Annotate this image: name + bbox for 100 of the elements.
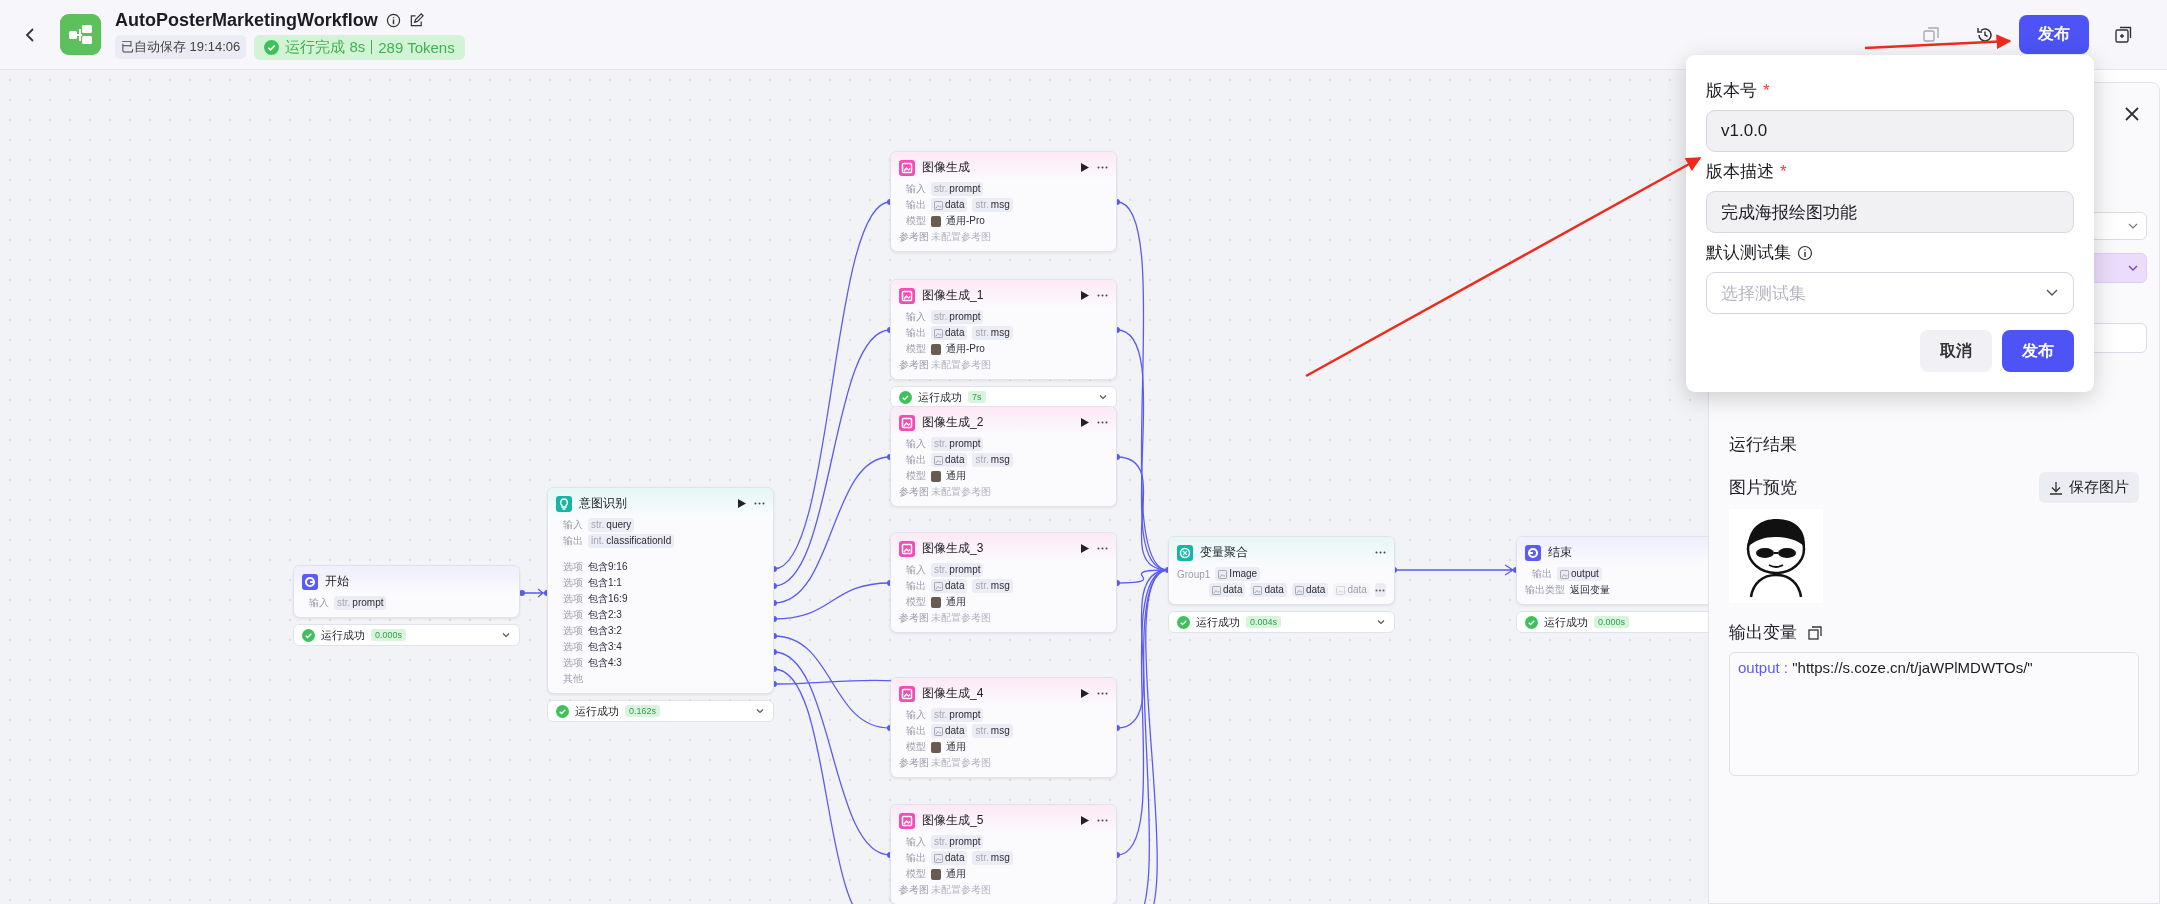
node-type-icon bbox=[556, 495, 572, 512]
copy-icon[interactable] bbox=[1807, 624, 1823, 641]
node-type-icon bbox=[899, 159, 915, 176]
run-status-bar[interactable]: 运行成功 0.162s bbox=[547, 700, 774, 722]
more-icon bbox=[1375, 588, 1386, 592]
run-icon[interactable] bbox=[736, 498, 747, 509]
row-value: 未配置参考图 bbox=[931, 611, 991, 625]
workflow-node[interactable]: 图像生成_2 输入 str. prompt 输出 data str. msg 模型 通用 参考图 未配置参考图 bbox=[890, 406, 1117, 507]
variable-tag: data bbox=[931, 326, 968, 340]
node-type-icon bbox=[302, 573, 318, 590]
image-type-icon bbox=[934, 200, 943, 210]
chevron-down-icon[interactable] bbox=[2128, 264, 2138, 272]
duration-badge: 0.162s bbox=[625, 705, 661, 717]
variable-tag: str. prompt bbox=[931, 563, 984, 577]
row-label: 模型 bbox=[905, 740, 926, 754]
workflow-node[interactable]: 开始 输入 str. prompt bbox=[293, 565, 520, 618]
section-title: 图片预览 bbox=[1729, 477, 1797, 499]
token-count: 289 Tokens bbox=[378, 38, 455, 56]
workflow-node[interactable]: 结束 输出 output 输出类型 返回变量 bbox=[1516, 536, 1708, 605]
variable-tag: str. prompt bbox=[931, 310, 984, 324]
field-label: 版本描述 bbox=[1706, 161, 1774, 183]
chevron-down-icon[interactable] bbox=[755, 706, 765, 716]
row-label: 输入 bbox=[905, 437, 926, 451]
image-type-icon bbox=[1560, 569, 1569, 579]
run-icon[interactable] bbox=[1079, 815, 1090, 826]
row-label: 参考图 bbox=[899, 883, 926, 897]
workflow-logo-icon bbox=[60, 14, 101, 55]
chevron-down-icon[interactable] bbox=[1376, 617, 1386, 627]
node-title: 图像生成 bbox=[922, 159, 971, 176]
field-label: 默认测试集 bbox=[1706, 242, 1791, 264]
row-label: 参考图 bbox=[899, 358, 926, 372]
variable-tag: str. msg bbox=[972, 579, 1013, 593]
workflow-node[interactable]: 图像生成_3 输入 str. prompt 输出 data str. msg 模型 通用 参考图 未配置参考图 bbox=[890, 532, 1117, 633]
copy-icon[interactable] bbox=[1921, 24, 1941, 45]
row-label: 输入 bbox=[905, 182, 926, 196]
publish-button[interactable]: 发布 bbox=[2002, 330, 2074, 372]
variable-tag: data bbox=[1209, 583, 1246, 597]
row-label: 输出 bbox=[562, 534, 583, 548]
workflow-node[interactable]: 图像生成_5 输入 str. prompt 输出 data str. msg 模型 通用 参考图 未配置参考图 bbox=[890, 804, 1117, 904]
success-check-icon bbox=[1177, 615, 1190, 629]
run-status-bar[interactable]: 运行成功 0.000s bbox=[1516, 611, 1708, 633]
workflow-title: AutoPosterMarketingWorkflow bbox=[115, 9, 378, 31]
row-label: 选项 bbox=[562, 656, 583, 670]
node-title: 意图识别 bbox=[579, 495, 628, 512]
variable-tag: data bbox=[931, 198, 968, 212]
info-icon[interactable] bbox=[385, 12, 401, 28]
row-value: 包含1:1 bbox=[588, 576, 622, 590]
run-status-bar[interactable]: 运行成功 7s bbox=[890, 386, 1117, 408]
model-thumbnail bbox=[931, 741, 941, 753]
run-status-bar[interactable]: 运行成功 0.004s bbox=[1168, 611, 1395, 633]
success-check-icon bbox=[1525, 615, 1538, 629]
close-icon[interactable] bbox=[2123, 105, 2141, 123]
workflow-node[interactable]: 意图识别 输入 str. query 输出 int. classificationId 选项 包含9:16 选项 包含1:1 选项 包含16:9 选项 包含2:3 选项 包含3:2 选项 包含3:4 选项 包含4:3 其他 bbox=[547, 487, 774, 694]
input-field[interactable]: 完成海报绘图功能 bbox=[1706, 191, 2074, 233]
chevron-down-icon[interactable] bbox=[1098, 392, 1108, 402]
info-icon[interactable] bbox=[1797, 244, 1813, 261]
publish-button[interactable]: 发布 bbox=[2019, 15, 2089, 54]
model-name: 通用 bbox=[946, 740, 966, 754]
run-icon[interactable] bbox=[1079, 162, 1090, 173]
row-value: 未配置参考图 bbox=[931, 230, 991, 244]
image-type-icon bbox=[1336, 585, 1346, 595]
run-icon[interactable] bbox=[1079, 417, 1090, 428]
run-icon[interactable] bbox=[1079, 290, 1090, 301]
model-thumbnail bbox=[931, 596, 941, 608]
workflow-node[interactable]: 图像生成 输入 str. prompt 输出 data str. msg 模型 通用-Pro 参考图 未配置参考图 bbox=[890, 151, 1117, 252]
row-label: 参考图 bbox=[899, 230, 926, 244]
edit-icon[interactable] bbox=[408, 12, 424, 28]
row-value: 包含9:16 bbox=[588, 560, 628, 574]
row-label: 选项 bbox=[562, 576, 583, 590]
model-thumbnail bbox=[931, 215, 941, 227]
row-label: 输入 bbox=[905, 563, 926, 577]
variable-tag: int. classificationId bbox=[588, 534, 675, 548]
more-button[interactable] bbox=[1374, 583, 1386, 597]
chevron-down-icon[interactable] bbox=[2128, 222, 2138, 230]
node-type-icon bbox=[899, 685, 915, 702]
variable-tag: data bbox=[1250, 583, 1287, 597]
status-text: 运行成功 bbox=[321, 627, 365, 643]
run-icon[interactable] bbox=[1079, 543, 1090, 554]
node-type-icon bbox=[899, 287, 915, 304]
workflow-node[interactable]: 变量聚合 Group1 Image data data data data bbox=[1168, 536, 1395, 605]
variable-tag: str. msg bbox=[972, 326, 1013, 340]
panel-toggle-icon[interactable] bbox=[2113, 24, 2133, 45]
variable-tag: str. query bbox=[588, 518, 635, 532]
node-type-icon bbox=[1525, 544, 1541, 561]
row-value: 未配置参考图 bbox=[931, 883, 991, 897]
workflow-node[interactable]: 图像生成_1 输入 str. prompt 输出 data str. msg 模型 通用-Pro 参考图 未配置参考图 bbox=[890, 279, 1117, 380]
cancel-button[interactable]: 取消 bbox=[1920, 330, 1992, 372]
row-label: 模型 bbox=[905, 595, 926, 609]
node-title: 图像生成_2 bbox=[922, 414, 985, 431]
duration-badge: 0.000s bbox=[371, 629, 407, 641]
variable-tag: output bbox=[1557, 567, 1602, 581]
node-title: 图像生成_3 bbox=[922, 540, 985, 557]
workflow-node[interactable]: 图像生成_4 输入 str. prompt 输出 data str. msg 模型 通用 参考图 未配置参考图 bbox=[890, 677, 1117, 778]
input-field[interactable]: v1.0.0 bbox=[1706, 110, 2074, 152]
save-image-button[interactable]: 保存图片 bbox=[2039, 472, 2139, 503]
row-label: 模型 bbox=[905, 214, 926, 228]
row-value: 未配置参考图 bbox=[931, 485, 991, 499]
run-icon[interactable] bbox=[1079, 688, 1090, 699]
run-status-bar[interactable]: 运行成功 0.000s bbox=[293, 624, 520, 646]
chevron-down-icon[interactable] bbox=[501, 630, 511, 640]
